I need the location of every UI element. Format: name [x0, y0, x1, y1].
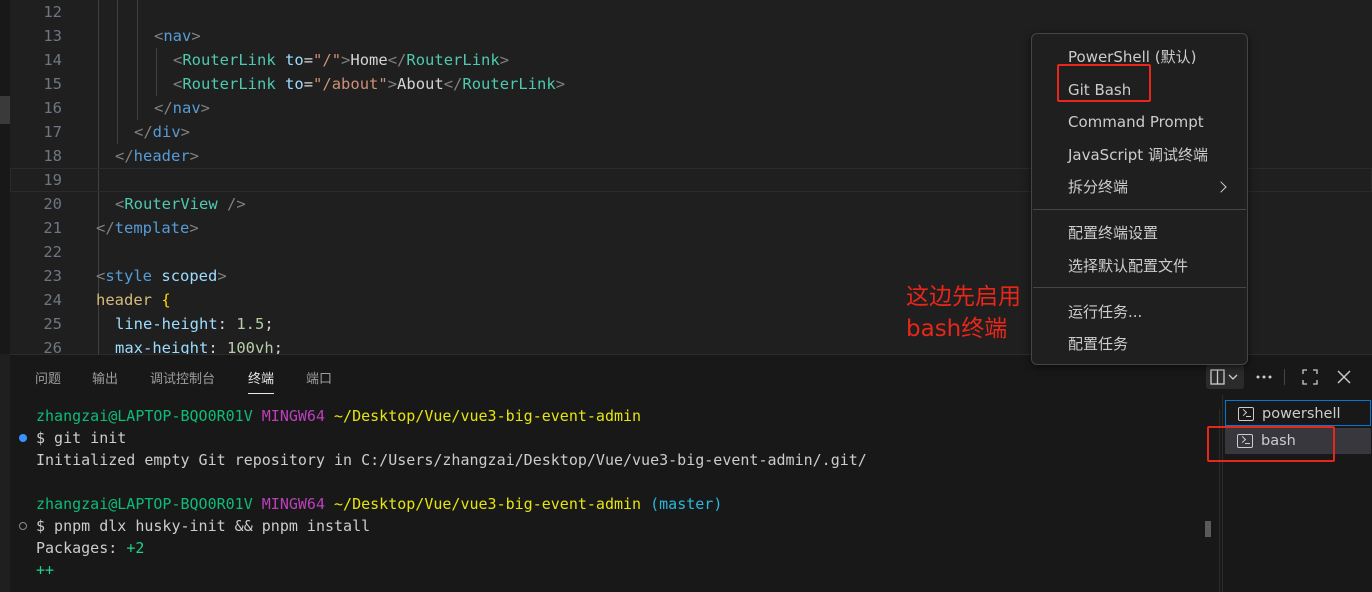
code-text: </header>	[115, 147, 200, 165]
code-text: </div>	[134, 123, 191, 141]
maximize-icon	[1302, 369, 1318, 385]
line-number: 19	[43, 171, 62, 189]
terminal-list: powershell bash	[1222, 395, 1372, 592]
terminal-item-label: powershell	[1262, 406, 1341, 422]
terminal-item-powershell[interactable]: powershell	[1225, 400, 1371, 426]
menu-item-configure-tasks[interactable]: 配置任务	[1068, 334, 1128, 354]
tab-output[interactable]: 输出	[92, 368, 118, 387]
code-text: <RouterLink to="/about">About</RouterLin…	[173, 75, 566, 93]
bottom-panel: 问题 输出 调试控制台 终端 端口 zhangzai@LAPTOP-BQO0R0	[10, 354, 1372, 592]
line-number: 18	[43, 147, 62, 165]
code-line[interactable]: 12	[10, 0, 1372, 24]
line-number: 25	[43, 315, 62, 333]
line-number: 22	[43, 243, 62, 261]
menu-item-javascript-debug-terminal[interactable]: JavaScript 调试终端	[1068, 145, 1208, 165]
line-number: 17	[43, 123, 62, 141]
code-text: <nav>	[154, 27, 201, 45]
line-number: 20	[43, 195, 62, 213]
annotation-note: 这边先启用 bash终端	[906, 281, 1021, 345]
code-text: line-height: 1.5;	[115, 315, 274, 333]
terminal-line: zhangzai@LAPTOP-BQO0R01V MINGW64 ~/Deskt…	[36, 407, 642, 425]
terminal-line: Packages: +2	[36, 539, 145, 557]
line-number: 21	[43, 219, 62, 237]
chevron-down-icon	[1228, 374, 1238, 380]
menu-separator	[1033, 209, 1246, 210]
panel-tabs: 问题 输出 调试控制台 终端 端口	[10, 355, 1210, 399]
toolbar-divider	[1284, 369, 1285, 385]
chevron-right-icon	[1215, 181, 1227, 193]
menu-separator	[1033, 287, 1246, 288]
terminal-scroll-thumb[interactable]	[1205, 521, 1211, 537]
line-number: 14	[43, 51, 62, 69]
code-text: <RouterLink to="/">Home</RouterLink>	[173, 51, 510, 69]
more-icon	[1256, 375, 1272, 379]
activity-bar	[0, 0, 10, 354]
annotation-line: 这边先启用	[906, 284, 1021, 310]
code-text: header {	[96, 291, 171, 309]
line-number: 13	[43, 27, 62, 45]
code-text: <RouterView />	[115, 195, 246, 213]
terminal-line: ++	[36, 561, 55, 579]
tab-debug-console[interactable]: 调试控制台	[150, 368, 215, 387]
menu-item-configure-terminal-settings[interactable]: 配置终端设置	[1068, 223, 1158, 243]
menu-item-select-default-profile[interactable]: 选择默认配置文件	[1068, 256, 1188, 276]
terminal-line: Initialized empty Git repository in C:/U…	[36, 451, 867, 469]
code-text: </template>	[96, 219, 199, 237]
more-actions-button[interactable]	[1250, 365, 1278, 389]
close-panel-button[interactable]	[1330, 365, 1358, 389]
tab-problems[interactable]: 问题	[35, 368, 61, 387]
code-text: </nav>	[154, 99, 211, 117]
line-number: 26	[43, 339, 62, 354]
menu-item-run-task[interactable]: 运行任务...	[1068, 302, 1142, 322]
command-decoration[interactable]	[19, 434, 27, 442]
line-number: 12	[43, 3, 62, 21]
terminal-icon	[1238, 407, 1254, 421]
code-text: max-height: 100vh;	[115, 339, 284, 354]
highlight-box-bash-terminal	[1207, 426, 1335, 462]
line-number: 16	[43, 99, 62, 117]
terminal-output[interactable]: zhangzai@LAPTOP-BQO0R01V MINGW64 ~/Deskt…	[10, 405, 1215, 592]
highlight-box-git-bash	[1057, 64, 1151, 102]
menu-item-command-prompt[interactable]: Command Prompt	[1068, 112, 1204, 132]
close-icon	[1337, 370, 1351, 384]
tab-ports[interactable]: 端口	[306, 368, 332, 387]
annotation-line: bash终端	[906, 316, 1008, 342]
code-text: <style scoped>	[96, 267, 227, 285]
line-number: 15	[43, 75, 62, 93]
line-number: 23	[43, 267, 62, 285]
split-terminal-button[interactable]	[1206, 365, 1244, 389]
menu-item-split-terminal[interactable]: 拆分终端	[1068, 177, 1128, 197]
line-number: 24	[43, 291, 62, 309]
activity-marker	[0, 96, 10, 124]
terminal-line: $ pnpm dlx husky-init && pnpm install	[36, 517, 371, 535]
terminal-line: zhangzai@LAPTOP-BQO0R01V MINGW64 ~/Deskt…	[36, 495, 723, 513]
command-decoration[interactable]	[19, 522, 27, 530]
maximize-panel-button[interactable]	[1296, 365, 1324, 389]
tab-terminal[interactable]: 终端	[248, 368, 275, 394]
terminal-line: $ git init	[36, 429, 127, 447]
layout-split-icon	[1210, 369, 1238, 385]
